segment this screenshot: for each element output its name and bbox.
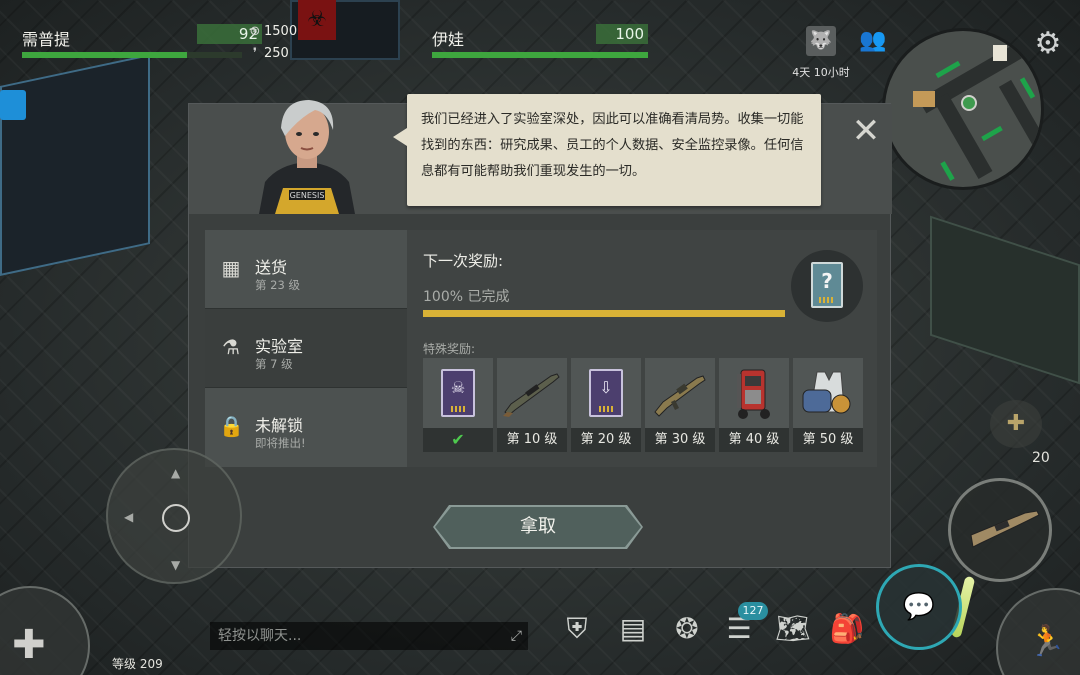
minimap[interactable]: [882, 28, 1044, 190]
movement-joystick[interactable]: ▲ ▼ ◀: [106, 448, 242, 584]
coin-icon: ⊛: [249, 24, 261, 39]
reward-slot-level-10[interactable]: 第 10 级: [497, 358, 567, 452]
armor-vest-icon: [802, 371, 851, 414]
plus-icon: ✚: [12, 622, 46, 668]
ammo-icon: ❜: [252, 46, 258, 61]
note-marker: [993, 45, 1007, 61]
reward-content: 下一次奖励: 100% 已完成 ? 特殊奖励: ☠ ✔ 第 10 级 ⇩ 第 2…: [407, 230, 877, 467]
medkit-bag-icon[interactable]: ✚: [990, 400, 1042, 448]
player-health-bar: [432, 52, 648, 58]
next-reward-label: 下一次奖励:: [423, 252, 504, 270]
expand-icon[interactable]: ⤢: [511, 622, 522, 650]
player-health-bar: [22, 52, 242, 58]
check-icon: ✔: [451, 430, 465, 449]
reward-slot-claimed[interactable]: ☠ ✔: [423, 358, 493, 452]
joystick-knob[interactable]: [162, 504, 190, 532]
speech-bubble: 我们已经进入了实验室深处，因此可以准确看清局势。收集一切能找到的东西：研究成果、…: [393, 94, 821, 206]
question-card-icon: ?: [811, 262, 843, 308]
generator-icon: [737, 369, 770, 419]
player-hp: 100: [596, 24, 648, 44]
lock-icon: 🔒: [219, 414, 244, 438]
clan-shield-icon[interactable]: ⛨: [556, 608, 598, 650]
reward-dialog: GENESIS 我们已经进入了实验室深处，因此可以准确看清局势。收集一切能找到的…: [188, 94, 892, 568]
rifle-icon: [970, 510, 1040, 548]
chat-bubble-icon[interactable]: 💬: [876, 564, 962, 650]
group-icon[interactable]: 👥: [856, 28, 890, 56]
crate-marker: [913, 91, 935, 107]
shotgun-icon: [654, 375, 706, 417]
blue-sign: [0, 90, 26, 120]
flask-icon: ⚗: [222, 335, 240, 359]
bag-count: 20: [1032, 450, 1050, 466]
skull-card-icon: ☠: [441, 369, 475, 417]
claim-button[interactable]: 拿取: [435, 507, 641, 547]
tab-delivery[interactable]: ▦ 送货 第 23 级: [205, 230, 407, 308]
character-portrait: GENESIS: [239, 78, 375, 214]
player-name: 需普提: [22, 30, 71, 49]
player-level: 等级 209: [112, 657, 163, 671]
progress-bar: [423, 310, 785, 317]
figure-card-icon: ⇩: [589, 369, 623, 417]
wolf-event-icon[interactable]: 🐺: [806, 26, 836, 56]
boxes-icon: ▦: [221, 256, 241, 280]
reward-slot-level-40[interactable]: 第 40 级: [719, 358, 789, 452]
notification-badge: 127: [738, 602, 768, 620]
progress-text: 100% 已完成: [423, 289, 510, 305]
reward-slot-level-30[interactable]: 第 30 级: [645, 358, 715, 452]
sniper-rifle-icon: [503, 373, 560, 417]
weapon-button[interactable]: [948, 478, 1052, 582]
backpack-icon[interactable]: 🎒: [826, 608, 868, 650]
event-panel: ▦ 送货 第 23 级 ⚗ 实验室 第 7 级 🔒 未解锁 即将推出! 下一次奖…: [205, 230, 877, 467]
coins-counter: ⊛ 1500: [249, 24, 298, 39]
blueprint-icon[interactable]: ▤: [612, 608, 654, 650]
player-name: 伊娃: [432, 30, 465, 49]
svg-text:GENESIS: GENESIS: [290, 191, 325, 200]
server-rack-wall: [0, 54, 150, 276]
mystery-card-reward[interactable]: ?: [791, 250, 863, 322]
settings-gear-icon[interactable]: ⚙: [1030, 26, 1066, 62]
running-icon: 🏃: [1028, 624, 1066, 659]
biohazard-sign: ☣: [298, 0, 336, 40]
ammo-counter: ❜ 250: [248, 46, 289, 61]
tab-laboratory[interactable]: ⚗ 实验室 第 7 级: [205, 309, 407, 387]
compass-icon[interactable]: ❂: [666, 608, 708, 650]
event-timer: 4天 10小时: [792, 66, 850, 79]
player-marker: [961, 95, 977, 111]
special-reward-label: 特殊奖励:: [423, 342, 476, 356]
tab-locked[interactable]: 🔒 未解锁 即将推出!: [205, 388, 407, 467]
reward-slot-level-50[interactable]: 第 50 级: [793, 358, 863, 452]
corridor-wall: [930, 215, 1080, 385]
close-icon[interactable]: ✕: [849, 114, 883, 148]
map-icon[interactable]: 🗺: [772, 608, 814, 650]
chat-input[interactable]: 轻按以聊天... ⤢: [210, 622, 528, 650]
reward-slot-level-20[interactable]: ⇩ 第 20 级: [571, 358, 641, 452]
